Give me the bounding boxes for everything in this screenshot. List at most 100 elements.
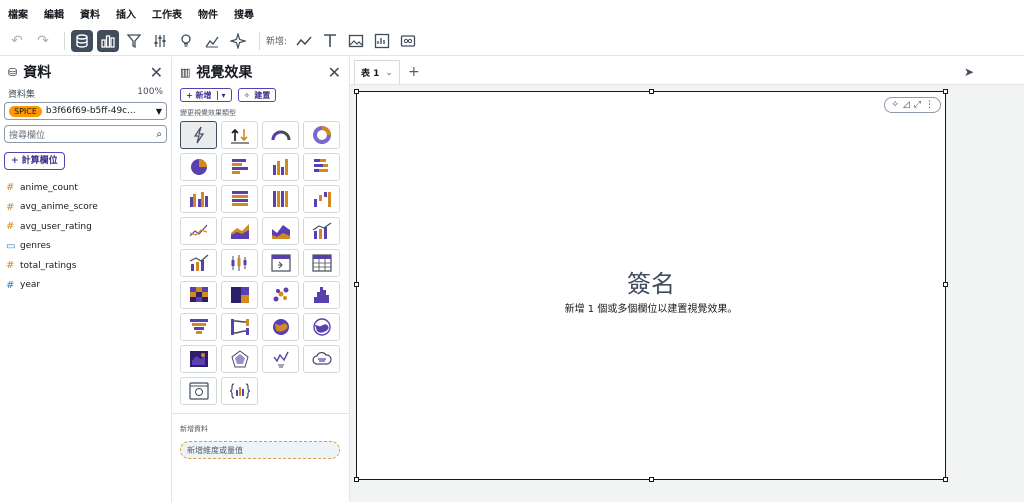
- line-chart-icon[interactable]: [180, 217, 217, 245]
- autograph-icon[interactable]: [180, 121, 217, 149]
- insight-icon[interactable]: [262, 345, 299, 373]
- dataset-select[interactable]: SPICE b3f66f69-b5ff-49c... ▼: [4, 102, 167, 120]
- donut-chart-icon[interactable]: [303, 121, 340, 149]
- stacked-area-icon[interactable]: [262, 217, 299, 245]
- stacked-100-bar-icon[interactable]: [221, 185, 258, 213]
- custom-visual-icon[interactable]: [180, 377, 217, 405]
- menu-data[interactable]: 資料: [80, 6, 100, 21]
- caret-down-icon[interactable]: ▾: [216, 90, 226, 100]
- visuals-panel-header: ▥ 視覺效果 ✕: [172, 57, 349, 87]
- menu-object[interactable]: 物件: [198, 6, 218, 21]
- horizontal-bar-icon[interactable]: [221, 153, 258, 181]
- field-item[interactable]: # anime_count: [0, 178, 171, 198]
- sankey-icon[interactable]: [221, 313, 258, 341]
- resize-handle[interactable]: [649, 89, 654, 94]
- close-icon[interactable]: ✕: [150, 63, 163, 82]
- kpi-icon[interactable]: [221, 121, 258, 149]
- menu-file[interactable]: 檔案: [8, 6, 28, 21]
- sparkle-icon[interactable]: ✧: [891, 100, 899, 110]
- radar-chart-icon[interactable]: [221, 345, 258, 373]
- measure-icon: #: [6, 201, 15, 213]
- sheet-tab[interactable]: 表 1 ⌄: [354, 60, 400, 84]
- add-line-chart-icon[interactable]: [293, 30, 315, 52]
- field-item[interactable]: # total_ratings: [0, 256, 171, 276]
- data-panel-toggle-icon[interactable]: [71, 29, 93, 52]
- tree-map-icon[interactable]: [221, 281, 258, 309]
- sheet-tabs: 表 1 ⌄ +: [350, 57, 1024, 85]
- visuals-panel-toggle-icon[interactable]: [97, 29, 119, 52]
- funnel-chart-icon[interactable]: [180, 313, 217, 341]
- field-name: year: [20, 280, 41, 291]
- visual-container[interactable]: ✧ ◿ ⤢ ⋮ 簽名 新增 1 個或多個欄位以建置視覺效果。: [354, 89, 948, 482]
- menu-insert[interactable]: 插入: [116, 6, 136, 21]
- add-text-icon[interactable]: [319, 30, 341, 52]
- point-map-icon[interactable]: [303, 313, 340, 341]
- field-item[interactable]: # avg_user_rating: [0, 217, 171, 237]
- search-icon: ⌕: [156, 128, 162, 140]
- search-placeholder: 搜尋欄位: [9, 130, 46, 141]
- combo-chart-icon[interactable]: [303, 217, 340, 245]
- table-icon[interactable]: [303, 249, 340, 277]
- add-insight-icon[interactable]: [371, 30, 393, 52]
- add-data-dropzone[interactable]: 新增維度或量值: [180, 441, 340, 459]
- insights-icon[interactable]: [175, 30, 197, 52]
- geospatial-map-icon[interactable]: [180, 345, 217, 373]
- waterfall-icon[interactable]: [303, 185, 340, 213]
- mouse-cursor-icon: ➤: [964, 65, 975, 79]
- heat-map-icon[interactable]: [180, 281, 217, 309]
- pie-chart-icon[interactable]: [180, 153, 217, 181]
- filled-map-icon[interactable]: [262, 313, 299, 341]
- visual-menu: ✧ ◿ ⤢ ⋮: [884, 97, 941, 113]
- toolbar-divider: [64, 31, 65, 50]
- gauge-icon[interactable]: [262, 121, 299, 149]
- scatter-plot-icon[interactable]: [262, 281, 299, 309]
- resize-handle[interactable]: [354, 477, 359, 482]
- area-chart-icon[interactable]: [221, 217, 258, 245]
- resize-handle[interactable]: [943, 89, 948, 94]
- add-label: 新增:: [266, 37, 288, 47]
- field-item[interactable]: # year: [0, 276, 171, 296]
- field-item[interactable]: ▭ genres: [0, 237, 171, 257]
- resize-handle[interactable]: [354, 89, 359, 94]
- toolbar: ↶ ↷ 新增:: [0, 26, 1024, 56]
- clustered-bar-icon[interactable]: [180, 185, 217, 213]
- resize-handle[interactable]: [649, 477, 654, 482]
- field-name: anime_count: [20, 182, 78, 193]
- histogram-icon[interactable]: [303, 281, 340, 309]
- custom-code-visual-icon[interactable]: [221, 377, 258, 405]
- calculated-field-button[interactable]: + 計算欄位: [4, 152, 65, 170]
- stacked-vertical-bar-icon[interactable]: [262, 185, 299, 213]
- more-options-icon[interactable]: ⋮: [925, 100, 934, 110]
- menu-edit[interactable]: 編輯: [44, 6, 64, 21]
- add-image-icon[interactable]: [345, 30, 367, 52]
- add-sheet-icon[interactable]: +: [408, 64, 420, 80]
- redo-icon[interactable]: ↷: [32, 30, 54, 52]
- vertical-bar-icon[interactable]: [262, 153, 299, 181]
- measure-icon: #: [6, 182, 15, 194]
- dimension-icon: ▭: [6, 240, 16, 252]
- close-icon[interactable]: ✕: [328, 63, 341, 82]
- box-plot-icon[interactable]: [221, 249, 258, 277]
- add-visual-button[interactable]: + 新增 ▾: [180, 88, 232, 102]
- field-search-input[interactable]: 搜尋欄位 ⌕: [4, 125, 167, 143]
- undo-icon[interactable]: ↶: [6, 30, 28, 52]
- word-cloud-icon[interactable]: [303, 345, 340, 373]
- menu-sheet[interactable]: 工作表: [152, 6, 182, 21]
- visuals-panel-title: 視覺效果: [196, 65, 253, 81]
- filter-icon[interactable]: [123, 30, 145, 52]
- chevron-down-icon[interactable]: ⌄: [385, 68, 393, 78]
- measure-icon: #: [6, 260, 15, 272]
- expand-icon[interactable]: ⤢: [914, 100, 921, 110]
- build-button[interactable]: ✧ 建置: [237, 88, 277, 102]
- resize-handle[interactable]: [943, 477, 948, 482]
- forecast-icon[interactable]: ◿: [903, 100, 910, 110]
- forecast-icon[interactable]: [201, 30, 223, 52]
- field-item[interactable]: # avg_anime_score: [0, 198, 171, 218]
- parameters-icon[interactable]: [149, 30, 171, 52]
- sparkle-icon[interactable]: [227, 30, 249, 52]
- menu-search[interactable]: 搜尋: [234, 6, 254, 21]
- stacked-horizontal-bar-icon[interactable]: [303, 153, 340, 181]
- combo-line-bar-icon[interactable]: [180, 249, 217, 277]
- add-embed-icon[interactable]: [397, 30, 419, 52]
- pivot-table-icon[interactable]: [262, 249, 299, 277]
